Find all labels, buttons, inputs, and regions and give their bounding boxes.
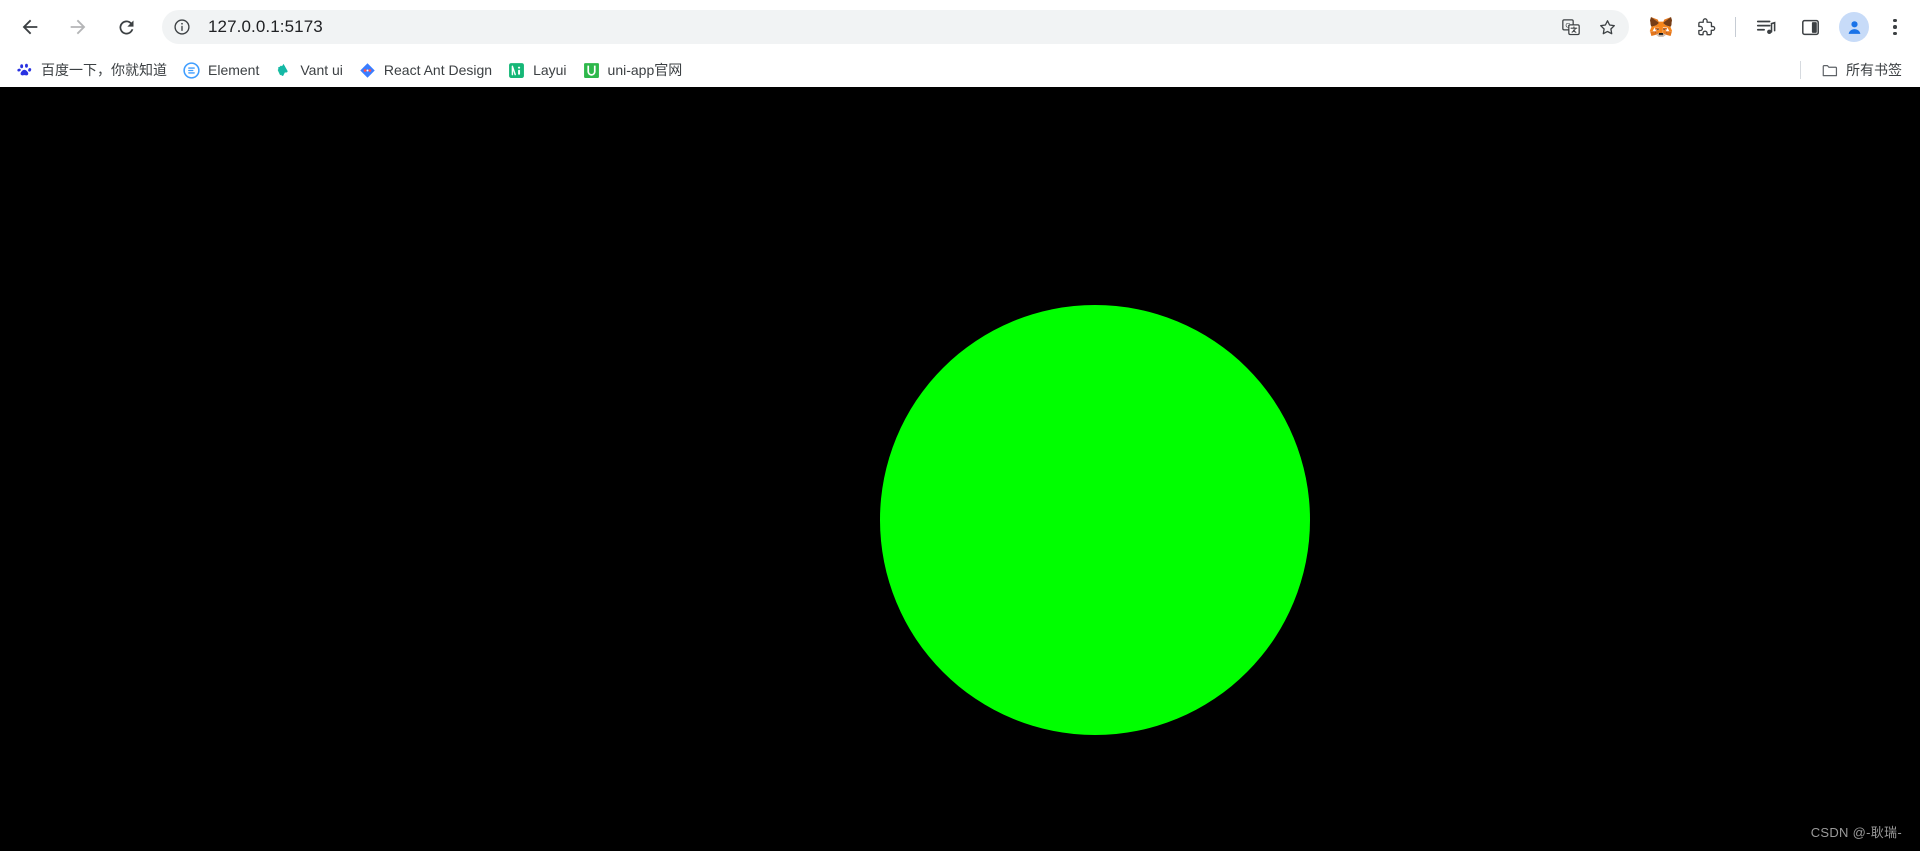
media-control-icon xyxy=(1756,20,1776,35)
layui-favicon xyxy=(508,62,525,79)
bookmarks-bar: 百度一下，你就知道 Element Vant ui React Ant Desi… xyxy=(0,54,1920,87)
element-favicon xyxy=(183,61,200,79)
omnibox-actions: G xyxy=(1553,12,1629,42)
reload-button[interactable] xyxy=(107,8,145,46)
bookmark-label: Vant ui xyxy=(300,61,343,78)
antdesign-favicon xyxy=(359,62,376,79)
folder-icon xyxy=(1821,62,1838,79)
browser-window: 127.0.0.1:5173 G 百度一下，你就知道 Element Vant … xyxy=(0,0,1920,851)
person-icon xyxy=(1848,20,1860,34)
green-circle-shape xyxy=(880,305,1310,735)
menu-dot xyxy=(1893,18,1897,23)
side-panel-button[interactable] xyxy=(1793,10,1827,44)
bookmarks-divider xyxy=(1800,61,1801,79)
baidu-favicon xyxy=(16,62,33,79)
all-bookmarks-label: 所有书签 xyxy=(1846,61,1902,78)
puzzle-piece-icon xyxy=(1697,17,1715,35)
bookmark-label: Layui xyxy=(533,61,567,78)
page-viewport: CSDN @-耿瑞- xyxy=(0,87,1920,851)
bookmark-label: React Ant Design xyxy=(383,61,493,78)
metamask-extension-icon[interactable] xyxy=(1644,10,1678,44)
menu-dot xyxy=(1893,25,1897,29)
translate-icon: G xyxy=(1562,19,1580,36)
vant-favicon xyxy=(275,62,292,79)
forward-button[interactable] xyxy=(59,8,97,46)
bookmark-item-uniapp[interactable]: uni-app官网 xyxy=(575,57,691,83)
bookmark-item-react-ant-design[interactable]: React Ant Design xyxy=(351,57,500,83)
profile-avatar[interactable] xyxy=(1839,12,1869,42)
browser-toolbar: 127.0.0.1:5173 G xyxy=(0,0,1920,54)
uniapp-favicon xyxy=(583,62,600,79)
info-circle-icon xyxy=(174,19,190,35)
url-text[interactable]: 127.0.0.1:5173 xyxy=(196,10,323,44)
arrow-left-icon xyxy=(22,19,38,35)
bookmark-item-element[interactable]: Element xyxy=(175,57,267,83)
back-button[interactable] xyxy=(11,8,49,46)
site-info-button[interactable] xyxy=(168,13,196,41)
bookmarks-bar-right: 所有书签 xyxy=(1800,57,1910,83)
bookmark-label: uni-app官网 xyxy=(607,61,683,78)
extensions-button[interactable] xyxy=(1688,10,1722,44)
bookmark-label: Element xyxy=(208,61,260,78)
star-icon xyxy=(1599,19,1615,34)
reload-icon xyxy=(118,19,133,34)
address-bar[interactable]: 127.0.0.1:5173 G xyxy=(162,10,1629,44)
bookmark-item-vant[interactable]: Vant ui xyxy=(267,57,351,83)
media-control-button[interactable] xyxy=(1749,10,1783,44)
side-panel-icon xyxy=(1801,19,1819,35)
menu-dot xyxy=(1893,31,1897,36)
bookmark-label: 百度一下，你就知道 xyxy=(41,61,167,78)
chrome-menu-button[interactable] xyxy=(1880,10,1910,44)
csdn-watermark: CSDN @-耿瑞- xyxy=(1810,825,1902,840)
metamask-fox-icon xyxy=(1649,17,1673,37)
bookmark-item-layui[interactable]: Layui xyxy=(500,57,574,83)
bookmark-star-button[interactable] xyxy=(1592,12,1622,42)
toolbar-divider xyxy=(1735,17,1736,37)
all-bookmarks-button[interactable]: 所有书签 xyxy=(1813,57,1910,83)
arrow-right-icon xyxy=(70,19,86,35)
translate-button[interactable]: G xyxy=(1556,12,1586,42)
bookmark-item-baidu[interactable]: 百度一下，你就知道 xyxy=(8,57,175,83)
